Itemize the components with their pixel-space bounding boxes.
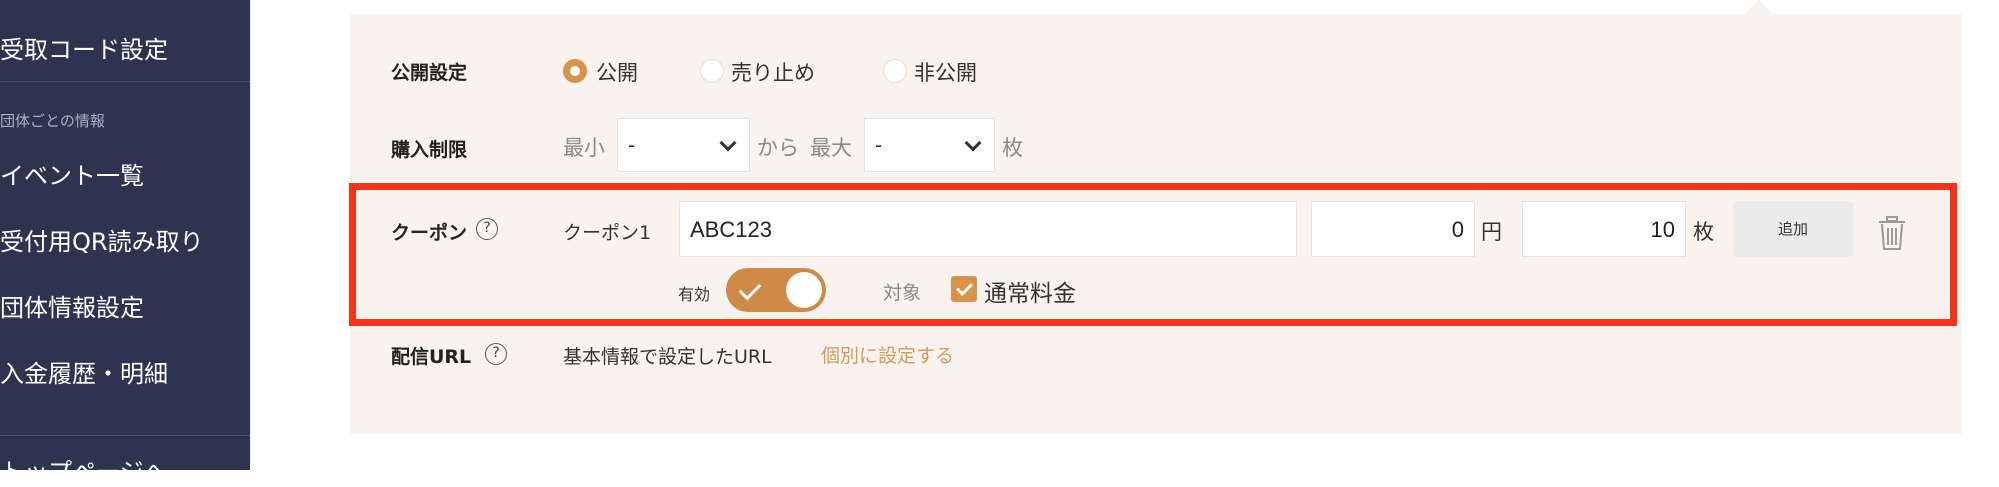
trash-icon[interactable] [1877, 215, 1907, 251]
coupon-quantity-input[interactable]: 10 [1522, 201, 1686, 257]
from-label: から [757, 136, 799, 160]
radio-sales-stop-label: 売り止め [731, 61, 815, 85]
coupon-discount-value: 0 [1451, 217, 1464, 242]
purchase-limit-label: 購入制限 [391, 139, 468, 161]
coupon-enabled-label: 有効 [678, 285, 711, 304]
check-icon [738, 277, 762, 301]
min-label: 最小 [563, 136, 605, 160]
target-regular-checkbox[interactable] [951, 276, 977, 302]
help-icon[interactable]: ? [485, 343, 507, 365]
content-gutter [250, 0, 301, 470]
distribution-url-label: 配信URL [391, 346, 472, 368]
coupon-code-value: ABC123 [690, 217, 772, 242]
coupon-name-label: クーポン1 [563, 222, 652, 244]
coupon-enabled-toggle[interactable] [726, 268, 826, 312]
coupon-discount-unit: 円 [1481, 220, 1502, 244]
max-label: 最大 [810, 136, 852, 160]
add-coupon-button[interactable]: 追加 [1733, 201, 1853, 257]
panel-pointer [1745, 0, 1773, 14]
coupon-quantity-unit: 枚 [1693, 220, 1714, 244]
max-select[interactable]: - [864, 118, 995, 172]
coupon-code-input[interactable]: ABC123 [679, 201, 1297, 257]
max-select-value: - [875, 133, 883, 157]
chevron-down-icon [964, 134, 982, 152]
sidebar-item-payment-history[interactable]: 入金履歴・明細 [0, 354, 168, 389]
target-regular-label: 通常料金 [984, 281, 1076, 307]
sidebar-item-qr-reader[interactable]: 受付用QR読み取り [0, 222, 204, 257]
chevron-down-icon [719, 134, 737, 152]
sidebar-item-reception-code[interactable]: 受取コード設定 [0, 30, 168, 65]
coupon-discount-input[interactable]: 0 [1311, 201, 1475, 257]
sidebar-item-events[interactable]: イベント一覧 [0, 156, 144, 191]
radio-private-label: 非公開 [914, 61, 977, 85]
radio-public-label: 公開 [596, 61, 638, 85]
purchase-limit-unit: 枚 [1002, 136, 1023, 160]
coupon-label: クーポン [391, 222, 468, 244]
sidebar-item-group-settings[interactable]: 団体情報設定 [0, 288, 144, 323]
custom-url-link[interactable]: 個別に設定する [821, 341, 954, 368]
sidebar-divider [0, 435, 250, 436]
coupon-quantity-value: 10 [1650, 217, 1675, 242]
help-icon[interactable]: ? [476, 218, 498, 240]
radio-private[interactable] [883, 59, 907, 83]
sidebar-divider [0, 81, 250, 82]
sidebar: 受取コード設定 団体ごとの情報 イベント一覧 受付用QR読み取り 団体情報設定 … [0, 0, 250, 486]
min-select[interactable]: - [617, 118, 750, 172]
coupon-target-label: 対象 [883, 282, 922, 304]
radio-sales-stop[interactable] [700, 59, 724, 83]
radio-public[interactable] [563, 59, 587, 83]
distribution-url-value: 基本情報で設定したURL [563, 346, 772, 368]
toggle-knob [786, 272, 822, 308]
sidebar-section-label: 団体ごとの情報 [0, 112, 105, 130]
visibility-label: 公開設定 [391, 62, 468, 84]
min-select-value: - [628, 133, 636, 157]
